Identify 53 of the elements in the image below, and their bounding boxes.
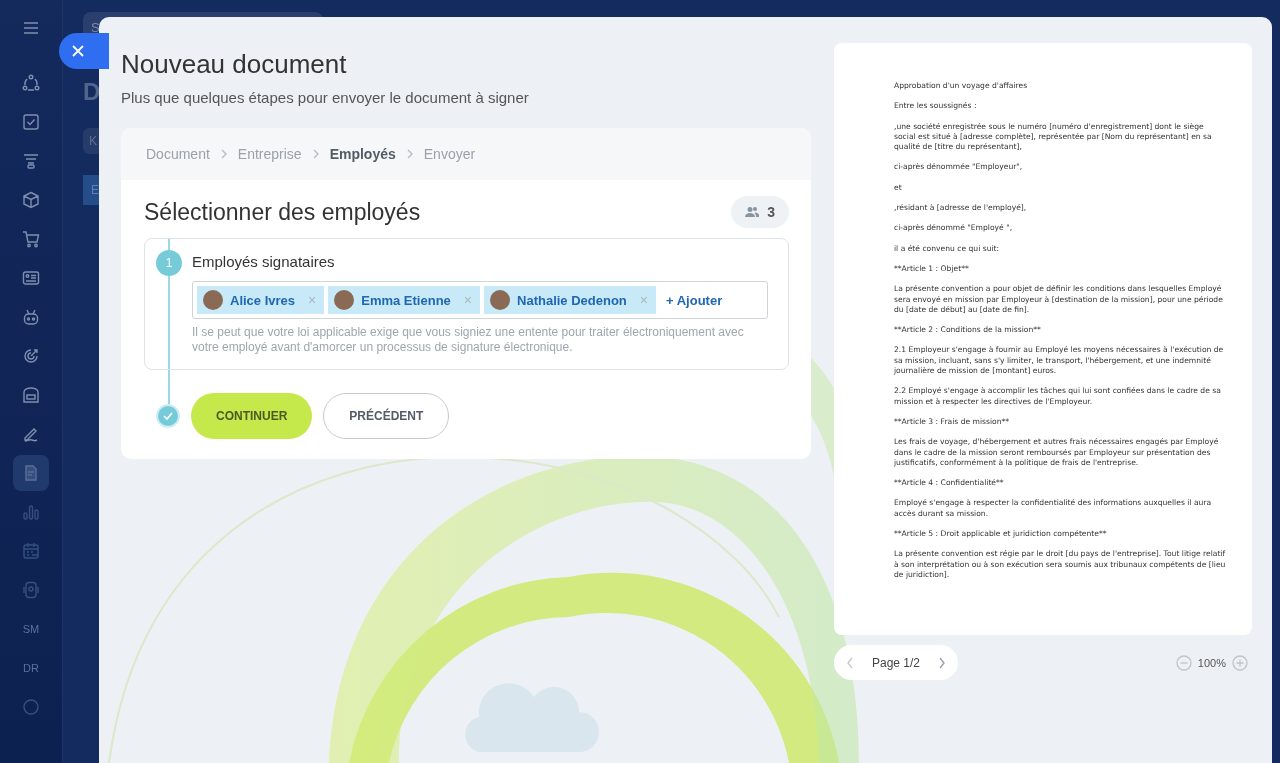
employee-chip[interactable]: Alice Ivres × [197,286,325,314]
breadcrumb-step[interactable]: Entreprise [237,146,302,162]
circle-icon [22,698,40,716]
modal-subtitle: Plus que quelques étapes pour envoyer le document à signer [121,89,530,106]
task-icon [22,113,40,131]
funnel-icon [22,152,40,170]
employee-name: Alice Ivres [230,292,296,308]
menu-icon [22,19,40,37]
close-button[interactable] [59,33,109,69]
robot-icon [22,308,40,326]
legal-hint: Il se peut que votre loi applicable exige que vous signiez une entente pour traiter électroniquement avec votre employé avant d'amorcer un processus de signature électronique. [192,325,745,355]
employee-chip[interactable]: Nathalie Dedenon × [484,286,656,314]
calendar-icon [22,542,40,560]
cart-icon [22,230,40,248]
card-icon [22,269,40,287]
check-step-icon [156,404,180,428]
signers-title: Employés signataires [192,253,336,270]
avatar [490,290,510,310]
flow-icon [22,74,40,92]
target-icon [22,347,40,365]
people-icon [745,206,760,218]
chevron-right-icon [219,149,228,159]
breadcrumb-step[interactable]: Employés [329,146,396,162]
continue-button[interactable]: CONTINUER [191,393,313,439]
phone-icon [22,581,40,599]
sidebar-item[interactable]: DR [13,650,49,686]
breadcrumb-step[interactable]: Envoyer [423,146,476,162]
zoom-level: 100% [1197,656,1226,669]
back-button[interactable]: PRÉCÉDENT [323,393,450,439]
add-link[interactable]: + Ajouter [666,292,723,308]
section-title: Sélectionner des employés [144,198,421,226]
employee-chip[interactable]: Emma Etienne × [328,286,480,314]
breadcrumb-step[interactable]: Document [146,146,210,162]
employee-name: Emma Etienne [361,292,451,308]
sidebar-item[interactable]: SM [13,611,49,647]
store-icon [22,386,40,404]
avatar [203,290,223,310]
chart-icon [22,503,40,521]
employee-name: Nathalie Dedenon [517,292,627,308]
close-icon [72,45,84,57]
avatar [334,290,355,310]
step-number: 1 [156,250,182,276]
page-title: D [83,78,101,106]
box-icon [22,191,40,209]
document-icon [22,464,40,482]
modal-title: Nouveau document [121,49,348,80]
sidebar-item[interactable] [13,455,49,491]
count-value: 3 [767,204,775,220]
employee-selector-field[interactable]: Alice Ivres × Emma Etienne × Nathalie Dedenon × + Ajouter [192,281,768,319]
page-indicator: Page 1/2 [872,655,921,670]
chevron-right-icon [405,149,414,159]
chevron-right-icon [311,149,320,159]
next-page-icon[interactable] [938,656,947,669]
